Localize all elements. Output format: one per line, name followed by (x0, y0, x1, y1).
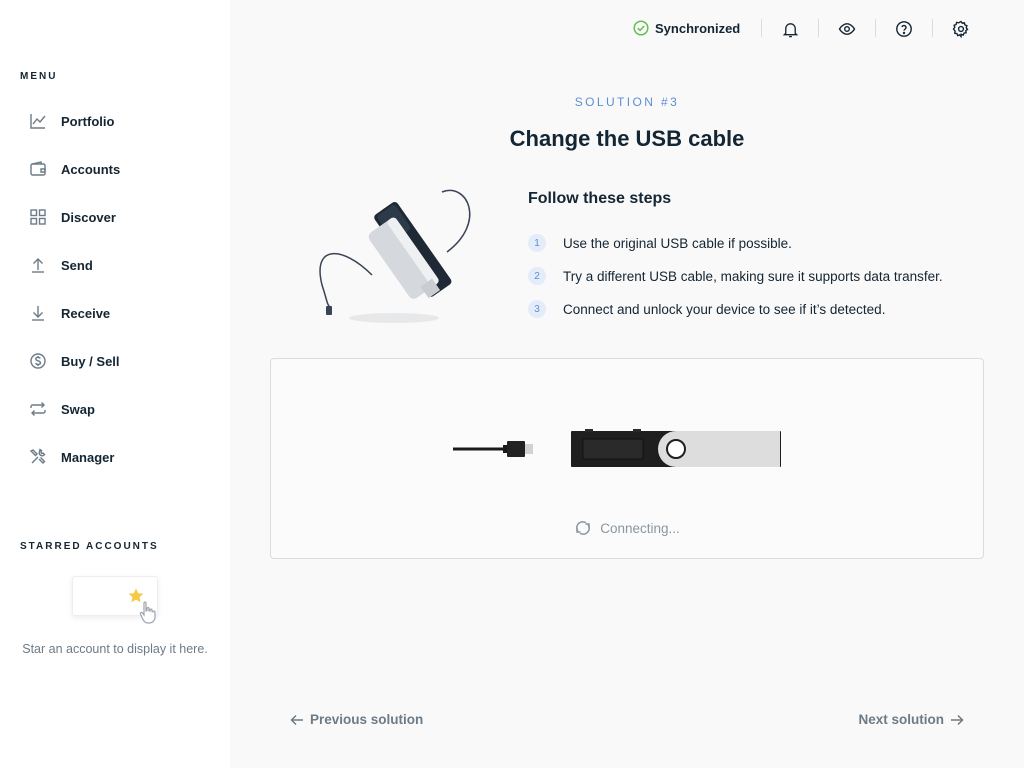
starred-accounts-title: STARRED ACCOUNTS (20, 541, 159, 552)
sidebar-item-label: Send (61, 257, 93, 273)
loading-icon (574, 519, 592, 537)
step-number: 1 (528, 234, 546, 252)
connection-animation-panel: Connecting... (270, 358, 984, 559)
topbar: Synchronized (230, 0, 1024, 58)
sidebar-item-label: Accounts (61, 161, 121, 177)
sidebar-item-label: Swap (61, 401, 95, 417)
next-solution-button[interactable]: Next solution (858, 712, 964, 727)
step-item: 2 Try a different USB cable, making sure… (528, 267, 943, 285)
sidebar-item-swap[interactable]: Swap (0, 385, 230, 433)
dollar-circle-icon (29, 352, 47, 370)
arrow-right-icon (950, 713, 964, 727)
divider (875, 19, 876, 37)
device-cable-illustration (312, 180, 492, 330)
connecting-status: Connecting... (271, 519, 983, 537)
divider (761, 19, 762, 37)
sidebar-item-buy-sell[interactable]: Buy / Sell (0, 337, 230, 385)
next-solution-label: Next solution (858, 712, 944, 727)
sidebar-item-label: Receive (61, 305, 111, 321)
starred-placeholder-illustration (72, 576, 158, 624)
grid-icon (29, 208, 47, 226)
sidebar-item-send[interactable]: Send (0, 241, 230, 289)
menu-title: MENU (20, 71, 58, 82)
help-icon[interactable] (894, 19, 914, 39)
sync-status-label: Synchronized (655, 20, 741, 36)
starred-empty-text: Star an account to display it here. (22, 642, 208, 656)
hand-cursor-icon (137, 599, 161, 630)
page-title: Change the USB cable (509, 126, 745, 151)
arrow-up-icon (29, 256, 47, 274)
connecting-label: Connecting... (600, 520, 680, 536)
divider (932, 19, 933, 37)
step-item: 3 Connect and unlock your device to see … (528, 300, 885, 318)
wallet-icon (29, 160, 47, 178)
sidebar-item-label: Buy / Sell (61, 353, 120, 369)
sidebar-item-accounts[interactable]: Accounts (0, 145, 230, 193)
step-item: 1 Use the original USB cable if possible… (528, 234, 792, 252)
step-number: 3 (528, 300, 546, 318)
sidebar-item-manager[interactable]: Manager (0, 433, 230, 481)
previous-solution-label: Previous solution (310, 712, 424, 727)
sidebar-item-label: Manager (61, 449, 115, 465)
usb-device-illustration (451, 429, 791, 474)
step-number: 2 (528, 267, 546, 285)
eye-icon[interactable] (837, 19, 857, 39)
sidebar-item-label: Discover (61, 209, 116, 225)
sidebar-item-label: Portfolio (61, 113, 115, 129)
sidebar-item-receive[interactable]: Receive (0, 289, 230, 337)
arrow-down-icon (29, 304, 47, 322)
previous-solution-button[interactable]: Previous solution (290, 712, 423, 727)
tools-icon (29, 448, 47, 466)
swap-icon (29, 400, 47, 418)
chart-line-icon (29, 112, 47, 130)
step-text: Connect and unlock your device to see if… (563, 301, 886, 317)
sidebar-item-discover[interactable]: Discover (0, 193, 230, 241)
solution-number: SOLUTION #3 (574, 95, 680, 109)
settings-icon[interactable] (951, 19, 971, 39)
menu-list: Portfolio Accounts Discover Send Receive (0, 97, 230, 481)
arrow-left-icon (290, 713, 304, 727)
steps-title: Follow these steps (528, 190, 672, 207)
bell-icon[interactable] (780, 19, 800, 39)
sidebar: MENU Portfolio Accounts Discover Send Re… (0, 0, 230, 768)
step-text: Try a different USB cable, making sure i… (563, 268, 943, 284)
sync-status[interactable]: Synchronized (633, 20, 740, 36)
divider (818, 19, 819, 37)
sidebar-item-portfolio[interactable]: Portfolio (0, 97, 230, 145)
check-circle-icon (633, 20, 649, 36)
step-text: Use the original USB cable if possible. (563, 235, 792, 251)
